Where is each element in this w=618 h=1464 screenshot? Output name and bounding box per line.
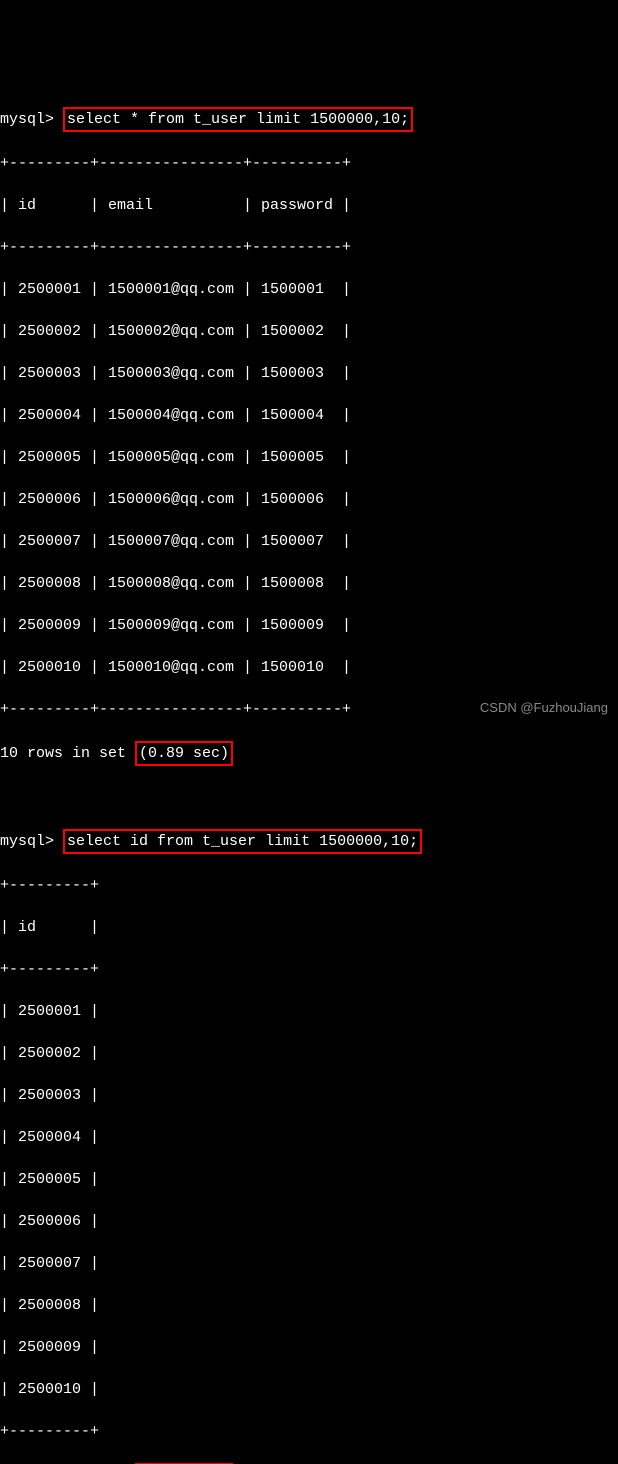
table2-row: | 2500001 | [0,1001,618,1022]
table2-row: | 2500007 | [0,1253,618,1274]
table2-row: | 2500008 | [0,1295,618,1316]
query-2-highlight: select id from t_user limit 1500000,10; [63,829,422,854]
result1-prefix: 10 rows in set [0,745,135,762]
table1-row: | 2500007 | 1500007@qq.com | 1500007 | [0,531,618,552]
result1-time-highlight: (0.89 sec) [135,741,233,766]
table1-row: | 2500006 | 1500006@qq.com | 1500006 | [0,489,618,510]
table2-row: | 2500003 | [0,1085,618,1106]
query-line-1: mysql> select * from t_user limit 150000… [0,107,618,132]
table2-row: | 2500006 | [0,1211,618,1232]
query-1-text: select * from t_user limit 1500000,10; [67,111,409,128]
mysql-prompt: mysql> [0,111,54,128]
result1-time: (0.89 sec) [139,745,229,762]
table1-border-top: +---------+----------------+----------+ [0,153,618,174]
table2-border-top: +---------+ [0,875,618,896]
table1-row: | 2500003 | 1500003@qq.com | 1500003 | [0,363,618,384]
table2-row: | 2500010 | [0,1379,618,1400]
result-line-1: 10 rows in set (0.89 sec) [0,741,618,766]
table1-row: | 2500004 | 1500004@qq.com | 1500004 | [0,405,618,426]
table1-row: | 2500005 | 1500005@qq.com | 1500005 | [0,447,618,468]
terminal-output: mysql> select * from t_user limit 150000… [0,84,618,1464]
table1-row: | 2500001 | 1500001@qq.com | 1500001 | [0,279,618,300]
blank-line [0,787,618,808]
table2-row: | 2500009 | [0,1337,618,1358]
table1-row: | 2500009 | 1500009@qq.com | 1500009 | [0,615,618,636]
table2-header: | id | [0,917,618,938]
table2-border-mid: +---------+ [0,959,618,980]
table1-row: | 2500002 | 1500002@qq.com | 1500002 | [0,321,618,342]
table2-row: | 2500002 | [0,1043,618,1064]
query-1-highlight: select * from t_user limit 1500000,10; [63,107,413,132]
table1-row: | 2500008 | 1500008@qq.com | 1500008 | [0,573,618,594]
result-line-2: 10 rows in set (0.36 sec) [0,1463,618,1464]
table2-row: | 2500005 | [0,1169,618,1190]
table1-row: | 2500010 | 1500010@qq.com | 1500010 | [0,657,618,678]
query-2-text: select id from t_user limit 1500000,10; [67,833,418,850]
table1-border-mid: +---------+----------------+----------+ [0,237,618,258]
mysql-prompt: mysql> [0,833,54,850]
query-line-2: mysql> select id from t_user limit 15000… [0,829,618,854]
table1-header: | id | email | password | [0,195,618,216]
result2-time-highlight: (0.36 sec) [135,1463,233,1464]
table2-row: | 2500004 | [0,1127,618,1148]
watermark: CSDN @FuzhouJiang [480,699,608,717]
table2-border-bot: +---------+ [0,1421,618,1442]
